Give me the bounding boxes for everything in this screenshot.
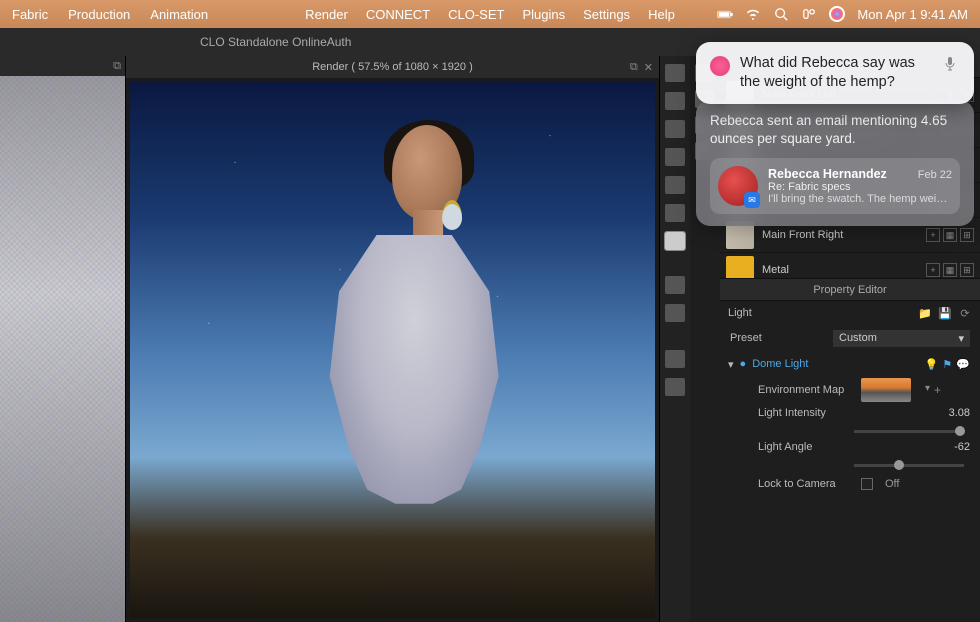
object-more-icon[interactable]: ⊞ [960, 228, 974, 242]
chat-icon[interactable]: 💬 [956, 358, 970, 371]
tool-snapshot-icon[interactable] [665, 232, 685, 250]
control-center-icon[interactable] [801, 6, 817, 22]
tool-clapper-icon[interactable] [665, 92, 685, 110]
spotlight-icon[interactable] [773, 6, 789, 22]
dome-light-label[interactable]: Dome Light [752, 358, 808, 370]
menu-settings[interactable]: Settings [583, 7, 630, 22]
email-preview: I'll bring the swatch. The hemp weighs… [768, 193, 952, 205]
tool-settings2-icon[interactable] [665, 378, 685, 396]
render-popout-icon[interactable]: ⧉ [630, 61, 638, 74]
tool-wand-icon[interactable] [665, 350, 685, 368]
lock-camera-checkbox[interactable] [861, 478, 873, 490]
reset-icon[interactable]: ⟳ [958, 306, 972, 320]
render-title: Render ( 57.5% of 1080 × 1920 ) [312, 61, 473, 73]
menu-fabric[interactable]: Fabric [12, 7, 48, 22]
render-viewport[interactable] [130, 82, 655, 618]
email-result-card[interactable]: ✉ Rebecca Hernandez Feb 22 Re: Fabric sp… [710, 158, 960, 214]
env-map-thumbnail[interactable] [861, 378, 911, 402]
menu-animation[interactable]: Animation [150, 7, 208, 22]
render-figure [263, 125, 552, 597]
object-more-icon[interactable]: ⊞ [960, 263, 974, 277]
light-angle-value[interactable]: -62 [920, 441, 970, 453]
property-editor-panel: Property Editor Light 📁 💾 ⟳ Preset Custo… [720, 278, 980, 622]
siri-query-popup: What did Rebecca say was the weight of t… [696, 42, 974, 104]
menu-help[interactable]: Help [648, 7, 675, 22]
light-intensity-value[interactable]: 3.08 [920, 407, 970, 419]
tool-frame-icon[interactable] [665, 148, 685, 166]
light-label: Light [728, 307, 823, 319]
object-name: Metal [762, 264, 918, 276]
siri-icon[interactable] [829, 6, 845, 22]
object-thumbnail [726, 256, 754, 278]
menu-connect[interactable]: CONNECT [366, 7, 430, 22]
panel-popout-icon[interactable]: ⧉ [113, 60, 121, 73]
macos-menubar: Fabric Production Animation Render CONNE… [0, 0, 980, 28]
render-panel: Render ( 57.5% of 1080 × 1920 ) ⧉ ✕ [125, 56, 660, 622]
mail-app-badge-icon: ✉ [744, 192, 760, 208]
wireframe-panel: ⧉ [0, 56, 125, 622]
avatar: ✉ [718, 166, 758, 206]
siri-orb-icon [710, 56, 730, 76]
light-angle-slider[interactable] [854, 464, 964, 467]
microphone-icon[interactable] [944, 56, 960, 72]
siri-query-text: What did Rebecca say was the weight of t… [740, 54, 934, 92]
render-tool-strip [660, 56, 690, 622]
light-intensity-label: Light Intensity [758, 407, 853, 419]
app-title: CLO Standalone OnlineAuth [200, 35, 351, 49]
tool-gear-icon[interactable] [665, 276, 685, 294]
tool-photo-icon[interactable] [665, 204, 685, 222]
lock-camera-value: Off [885, 478, 899, 490]
tool-camera-icon[interactable] [665, 64, 685, 82]
folder-icon[interactable]: 📁 [918, 306, 932, 320]
property-editor-title: Property Editor [720, 279, 980, 301]
object-add-icon[interactable]: + [926, 263, 940, 277]
light-angle-label: Light Angle [758, 441, 853, 453]
save-icon[interactable]: 💾 [938, 306, 952, 320]
wireframe-viewport[interactable] [0, 76, 125, 622]
object-list-item[interactable]: Metal + ▦ ⊞ [720, 253, 980, 278]
menubar-datetime[interactable]: Mon Apr 1 9:41 AM [857, 7, 968, 22]
expand-icon[interactable]: ▾ [728, 358, 734, 371]
object-grid-icon[interactable]: ▦ [943, 263, 957, 277]
menu-render[interactable]: Render [305, 7, 348, 22]
email-sender: Rebecca Hernandez [768, 167, 887, 181]
tool-layer-icon[interactable] [665, 176, 685, 194]
menu-production[interactable]: Production [68, 7, 130, 22]
email-subject: Re: Fabric specs [768, 181, 952, 193]
email-date: Feb 22 [918, 169, 952, 181]
env-expand-icon[interactable]: ▾ [925, 383, 930, 397]
chevron-down-icon: ▾ [958, 332, 964, 345]
tool-camera2-icon[interactable] [665, 304, 685, 322]
object-name: Main Front Right [762, 229, 918, 241]
wifi-icon[interactable] [745, 6, 761, 22]
lock-camera-label: Lock to Camera [758, 478, 853, 490]
flag-icon[interactable]: ⚑ [942, 358, 952, 371]
sphere-icon: ● [740, 358, 747, 370]
siri-response-popup: Rebecca sent an email mentioning 4.65 ou… [696, 100, 974, 226]
menu-closet[interactable]: CLO-SET [448, 7, 504, 22]
tool-film-icon[interactable] [665, 120, 685, 138]
preset-label: Preset [730, 332, 825, 344]
object-add-icon[interactable]: + [926, 228, 940, 242]
battery-icon[interactable] [717, 6, 733, 22]
siri-answer-text: Rebecca sent an email mentioning 4.65 ou… [710, 112, 960, 148]
preset-select[interactable]: Custom ▾ [833, 330, 970, 347]
render-close-icon[interactable]: ✕ [644, 61, 653, 74]
env-map-label: Environment Map [758, 384, 853, 396]
object-grid-icon[interactable]: ▦ [943, 228, 957, 242]
light-intensity-slider[interactable] [854, 430, 964, 433]
menu-plugins[interactable]: Plugins [522, 7, 565, 22]
env-add-icon[interactable]: + [934, 383, 941, 397]
lightbulb-icon[interactable]: 💡 [925, 358, 939, 371]
